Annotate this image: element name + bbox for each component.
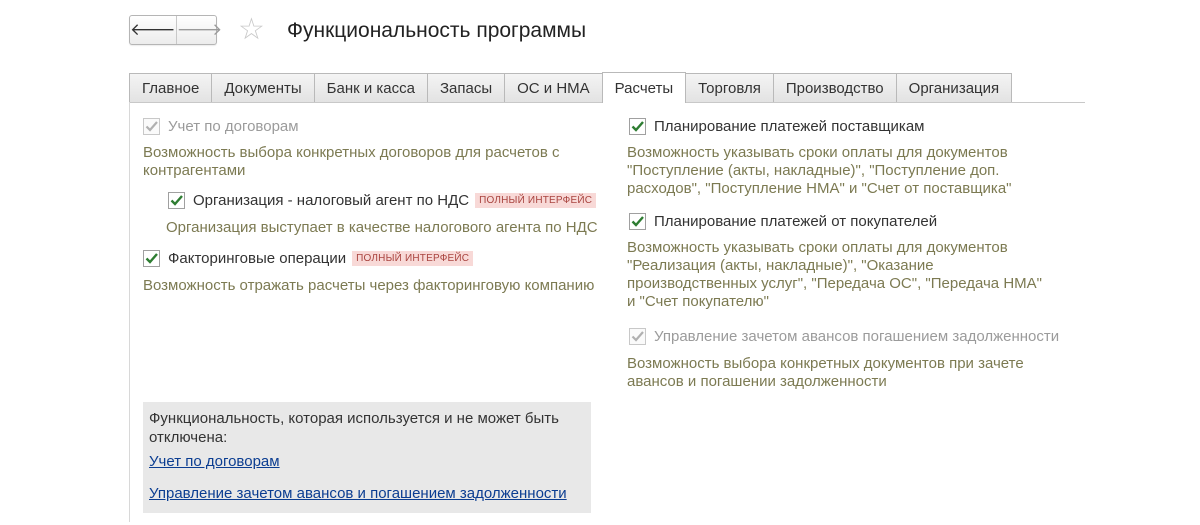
contracts-description: Возможность выбора конкретных договоров … [143,144,560,179]
full-interface-badge: ПОЛНЫЙ ИНТЕРФЕЙС [352,250,474,266]
advances-description: Возможность выбора конкретных документов… [627,355,1024,390]
tab-production[interactable]: Производство [772,73,897,103]
vat-agent-checkbox[interactable] [168,191,185,209]
tab-bar: Главное Документы Банк и касса Запасы ОС… [129,72,1013,103]
contracts-option: Учет по договорам [143,116,299,136]
checkmark-disabled-icon [629,327,646,345]
factoring-label: Факторинговые операции [168,249,347,267]
vat-agent-description: Организация выступает в качестве налогов… [166,219,598,236]
factoring-option: Факторинговые операции ПОЛНЫЙ ИНТЕРФЕЙС [143,248,474,268]
customer-payments-checkbox[interactable] [629,212,646,230]
tab-trade[interactable]: Торговля [685,73,774,103]
tab-documents[interactable]: Документы [211,73,315,103]
factoring-description: Возможность отражать расчеты через факто… [143,277,595,294]
customer-payments-option: Планирование платежей от покупателей [629,211,937,231]
checkmark-icon [629,117,646,135]
checkmark-icon [168,191,185,209]
arrow-left-icon: 🡐 [130,20,176,39]
tab-settlements[interactable]: Расчеты [601,72,687,103]
tab-bank-cash[interactable]: Банк и касса [313,73,428,103]
always-enabled-info-box: Функциональность, которая используется и… [143,402,591,513]
contracts-checkbox[interactable] [143,117,160,135]
link-advances[interactable]: Управление зачетом авансов и погашением … [149,485,567,502]
full-interface-badge: ПОЛНЫЙ ИНТЕРФЕЙС [475,192,597,208]
back-button[interactable]: 🡐 [130,16,177,44]
checkmark-icon [143,249,160,267]
advances-checkbox[interactable] [629,327,646,345]
contracts-label: Учет по договорам [168,117,299,135]
supplier-payments-checkbox[interactable] [629,117,646,135]
tab-stock[interactable]: Запасы [426,73,506,103]
link-contracts[interactable]: Учет по договорам [149,453,280,470]
info-text: Функциональность, которая используется и… [149,410,559,446]
vat-agent-label: Организация - налоговый агент по НДС [193,191,470,209]
page-title: Функциональность программы [287,19,587,42]
panel-left-border [129,102,130,522]
checkmark-icon [629,212,646,230]
vat-agent-option: Организация - налоговый агент по НДС ПОЛ… [168,190,597,210]
customer-payments-label: Планирование платежей от покупателей [654,212,938,230]
checkmark-disabled-icon [143,117,160,135]
factoring-checkbox[interactable] [143,249,160,267]
supplier-payments-description: Возможность указывать сроки оплаты для д… [627,144,1012,197]
supplier-payments-option: Планирование платежей поставщикам [629,116,924,136]
navigation-buttons: 🡐 🡒 [129,15,222,45]
customer-payments-description: Возможность указывать сроки оплаты для д… [627,239,1042,310]
arrow-right-icon: 🡒 [176,20,223,39]
tab-fixed-assets[interactable]: ОС и НМА [504,73,603,103]
advances-option: Управление зачетом авансов погашением за… [629,326,1059,346]
advances-label: Управление зачетом авансов погашением за… [654,327,1060,345]
tab-main[interactable]: Главное [129,73,213,103]
favorite-star-icon[interactable]: ☆ [238,13,265,47]
forward-button[interactable]: 🡒 [177,16,223,44]
supplier-payments-label: Планирование платежей поставщикам [654,117,925,135]
tab-organization[interactable]: Организация [895,73,1013,103]
